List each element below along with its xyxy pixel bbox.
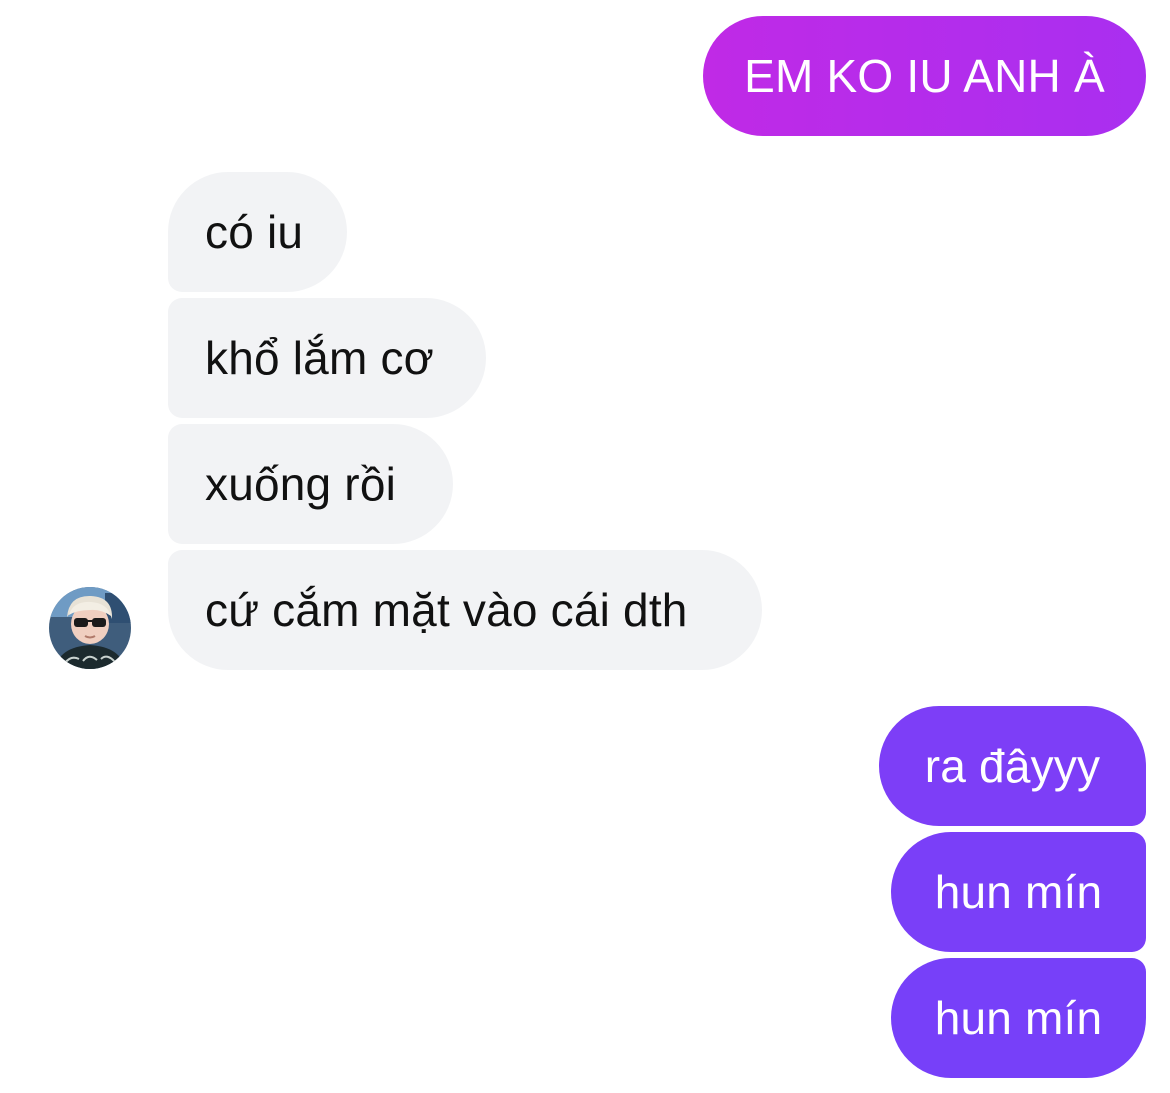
incoming-message-bubble[interactable]: cứ cắm mặt vào cái dth [168, 550, 762, 670]
outgoing-message-bubble[interactable]: hun mín [891, 958, 1146, 1078]
contact-avatar[interactable] [49, 587, 131, 669]
incoming-message-bubble[interactable]: có iu [168, 172, 347, 292]
avatar-photo-icon [49, 587, 131, 669]
incoming-message-bubble[interactable]: xuống rồi [168, 424, 453, 544]
message-text: EM KO IU ANH À [744, 50, 1105, 102]
message-text: ra đâyyy [924, 740, 1101, 792]
message-text: hun mín [934, 866, 1103, 918]
message-text: hun mín [934, 992, 1103, 1044]
message-text: xuống rồi [205, 458, 397, 510]
outgoing-message-bubble[interactable]: ra đâyyy [879, 706, 1146, 826]
outgoing-message-bubble[interactable]: hun mín [891, 832, 1146, 952]
message-text: có iu [205, 206, 304, 258]
message-text: khổ lắm cơ [205, 332, 435, 384]
message-text: cứ cắm mặt vào cái dth [205, 584, 688, 636]
outgoing-message-bubble[interactable]: EM KO IU ANH À [703, 16, 1146, 136]
incoming-message-bubble[interactable]: khổ lắm cơ [168, 298, 486, 418]
